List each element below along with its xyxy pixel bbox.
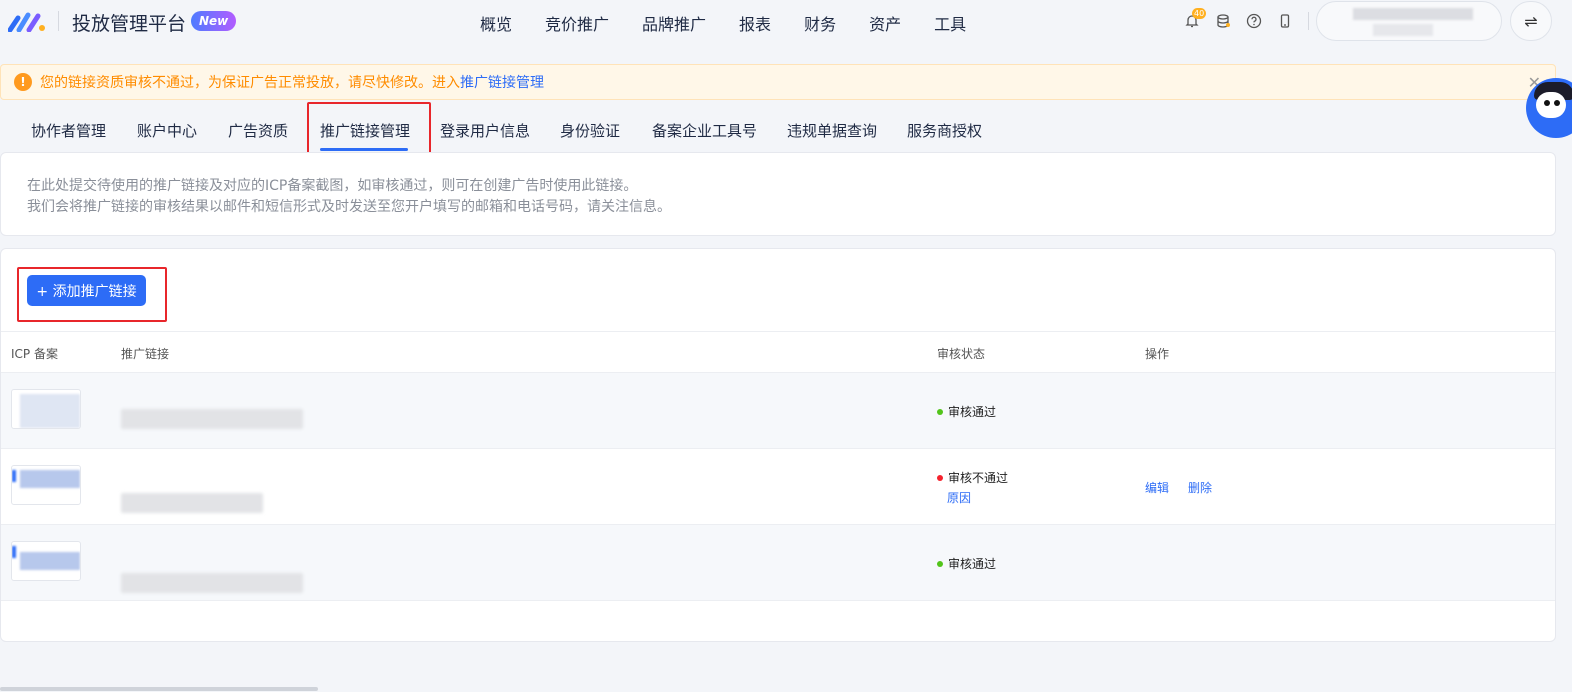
status-cell: 审核通过: [937, 403, 996, 420]
logo-divider: [58, 11, 59, 31]
tab-provider-authorization[interactable]: 服务商授权: [907, 120, 982, 141]
nav-bidding-promotion[interactable]: 竞价推广: [545, 11, 609, 35]
status-text: 审核通过: [948, 557, 997, 571]
info-line-2: 我们会将推广链接的审核结果以邮件和短信形式及时发送至您开户填写的邮箱和电话号码，…: [27, 199, 671, 215]
app-title: 投放管理平台: [72, 13, 187, 35]
status-dot: [937, 408, 943, 415]
column-link: 推广链接: [121, 347, 170, 361]
warning-link[interactable]: 推广链接管理: [460, 72, 544, 92]
nav-overview[interactable]: 概览: [480, 11, 512, 35]
tab-collaborators[interactable]: 协作者管理: [31, 120, 106, 141]
nav-brand-promotion[interactable]: 品牌推广: [642, 11, 706, 35]
info-line-1: 在此处提交待使用的推广链接及对应的ICP备案截图，如审核通过，则可在创建广告时使…: [27, 178, 638, 194]
table-row: 审核通过: [1, 525, 1555, 601]
icp-thumbnail[interactable]: [11, 541, 81, 581]
link-text: [121, 573, 303, 593]
switch-account-button[interactable]: ⇌: [1510, 1, 1552, 41]
icp-thumbnail[interactable]: [11, 389, 81, 429]
icon-divider: [1308, 12, 1309, 30]
status-text: 审核不通过: [948, 471, 1009, 485]
nav-finance[interactable]: 财务: [804, 11, 836, 35]
account-tabs: 协作者管理 账户中心 广告资质 推广链接管理 登录用户信息 身份验证 备案企业工…: [0, 110, 1000, 151]
column-status: 审核状态: [937, 347, 986, 361]
notification-count-badge: 40: [1192, 8, 1207, 19]
links-card: + 添加推广链接 ICP 备案 推广链接 审核状态 操作 审核通过 审核不通过 …: [0, 248, 1556, 642]
horizontal-scrollbar[interactable]: [0, 687, 318, 691]
tab-registered-tool-accounts[interactable]: 备案企业工具号: [652, 120, 757, 141]
link-text: [121, 493, 263, 513]
mobile-icon[interactable]: [1275, 11, 1295, 31]
edit-button[interactable]: 编辑: [1145, 479, 1169, 496]
help-icon[interactable]: [1244, 11, 1264, 31]
nav-tools[interactable]: 工具: [934, 11, 966, 35]
table-row: 审核通过: [1, 373, 1555, 449]
tab-violation-query[interactable]: 违规单据查询: [787, 120, 877, 141]
tab-ad-qualification[interactable]: 广告资质: [228, 120, 288, 141]
status-dot: [937, 560, 943, 567]
reason-link[interactable]: 原因: [947, 489, 971, 506]
coins-icon[interactable]: [1213, 11, 1233, 31]
header-icons: 40: [1182, 8, 1317, 31]
audit-warning-banner: ! 您的链接资质审核不通过，为保证广告正常投放，请尽快修改。进入 推广链接管理 …: [0, 64, 1556, 100]
main-nav: 概览 竞价推广 品牌推广 报表 财务 资产 工具: [480, 11, 999, 35]
assistant-avatar[interactable]: [1526, 78, 1572, 138]
column-icp: ICP 备案: [11, 347, 58, 361]
status-cell: 审核不通过: [937, 469, 1008, 486]
new-badge: New: [191, 11, 237, 31]
info-card: 在此处提交待使用的推广链接及对应的ICP备案截图，如审核通过，则可在创建广告时使…: [0, 152, 1556, 236]
tab-identity-verification[interactable]: 身份验证: [560, 120, 620, 141]
account-selector[interactable]: [1316, 1, 1502, 41]
column-operations: 操作: [1145, 347, 1170, 361]
status-text: 审核通过: [948, 405, 997, 419]
status-dot: [937, 474, 943, 481]
delete-button[interactable]: 删除: [1188, 479, 1212, 496]
icp-thumbnail[interactable]: [11, 465, 81, 505]
switch-icon: ⇌: [1524, 11, 1538, 31]
bell-icon[interactable]: 40: [1182, 8, 1207, 31]
status-cell: 审核通过: [937, 555, 996, 572]
warning-text: 您的链接资质审核不通过，为保证广告正常投放，请尽快修改。进入: [40, 75, 460, 91]
top-navbar: 投放管理平台 New 概览 竞价推广 品牌推广 报表 财务 资产 工具 40 ⇌: [0, 0, 1572, 48]
platform-logo-icon[interactable]: [8, 10, 48, 32]
link-text: [121, 409, 303, 429]
nav-reports[interactable]: 报表: [739, 11, 771, 35]
nav-assets[interactable]: 资产: [869, 11, 901, 35]
table-header: ICP 备案 推广链接 审核状态 操作: [1, 331, 1555, 373]
tab-login-user-info[interactable]: 登录用户信息: [440, 120, 530, 141]
warning-icon: !: [14, 73, 32, 91]
tab-account-center[interactable]: 账户中心: [137, 120, 197, 141]
highlight-box-add-button: [17, 267, 167, 322]
table-row: 审核不通过 原因 编辑 删除: [1, 449, 1555, 525]
